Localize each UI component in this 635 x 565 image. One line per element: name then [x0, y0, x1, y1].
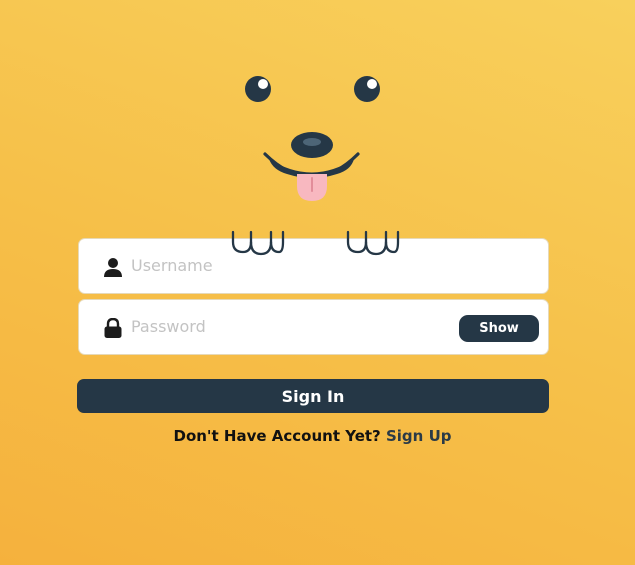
no-account-text: Don't Have Account Yet? — [173, 427, 381, 445]
show-password-button[interactable]: Show — [459, 315, 539, 342]
dog-nose-highlight — [303, 138, 321, 146]
dog-paws — [231, 230, 400, 256]
signup-prompt: Don't Have Account Yet? Sign Up — [0, 427, 625, 445]
dog-right-eye — [354, 76, 380, 102]
user-icon — [104, 258, 122, 277]
dog-left-paw — [231, 230, 285, 256]
sign-in-button[interactable]: Sign In — [77, 379, 549, 413]
sign-up-link[interactable]: Sign Up — [386, 427, 452, 445]
password-input[interactable] — [131, 300, 451, 353]
dog-snout — [263, 132, 360, 201]
lock-icon — [104, 318, 122, 338]
dog-right-paw — [346, 230, 400, 256]
password-field[interactable]: Show — [78, 299, 549, 355]
dog-left-eye — [245, 76, 271, 102]
